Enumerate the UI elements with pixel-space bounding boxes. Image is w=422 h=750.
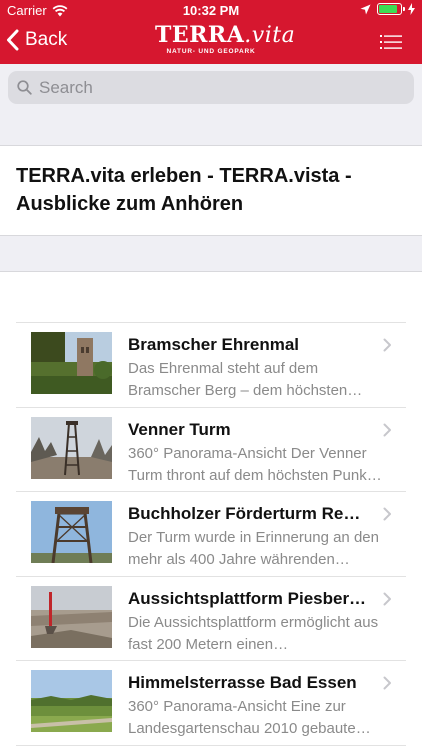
list-item[interactable]: Venner Turm 360° Panorama-Ansicht Der Ve…: [16, 408, 406, 492]
search-input[interactable]: [39, 77, 399, 98]
chevron-left-icon: [7, 29, 19, 51]
status-time: 10:32 PM: [182, 3, 240, 18]
chevron-right-icon: [383, 592, 391, 605]
list-item[interactable]: Himmelsterrasse Bad Essen 360° Panorama-…: [16, 661, 406, 746]
chevron-right-icon: [383, 676, 391, 690]
list-item[interactable]: Buchholzer Förderturm Re… Der Turm wurde…: [16, 492, 406, 577]
page-title: TERRA.vita erleben - TERRA.vista - Ausbl…: [16, 165, 352, 215]
battery-icon: [377, 3, 405, 15]
list-item-description: Das Ehrenmal steht auf dem Bramscher Ber…: [128, 360, 363, 399]
thumbnail-image: [31, 670, 112, 732]
thumbnail-image: [31, 501, 112, 563]
section-spacer-bottom: [0, 235, 422, 272]
list-item-title: Aussichtsplattform Piesber…: [128, 588, 367, 608]
status-bar: Carrier 10:32 PM: [0, 0, 422, 20]
list-item-title: Himmelsterrasse Bad Essen: [128, 673, 357, 692]
back-button[interactable]: Back: [6, 29, 67, 51]
status-right: [360, 3, 415, 15]
list-item-description: Der Turm wurde in Erinnerung an den mehr…: [128, 529, 379, 568]
location-list: Bramscher Ehrenmal Das Ehrenmal steht au…: [16, 322, 406, 746]
search-icon: [17, 80, 32, 95]
list-item[interactable]: Bramscher Ehrenmal Das Ehrenmal steht au…: [16, 323, 406, 408]
search-bar[interactable]: [8, 71, 414, 104]
page-header: TERRA.vita erleben - TERRA.vista - Ausbl…: [0, 146, 422, 235]
thumbnail-image: [31, 416, 112, 479]
terra-vita-logo: TERRA.vita NATUR- UND GEOPARK: [155, 22, 295, 61]
list-item-title: Venner Turm: [128, 419, 231, 439]
logo-subtitle: NATUR- UND GEOPARK: [166, 48, 256, 55]
list-item[interactable]: Aussichtsplattform Piesber… Die Aussicht…: [16, 577, 406, 661]
list-item-description: Die Aussichtsplattform ermöglicht aus fa…: [128, 613, 379, 653]
logo-text-vita: .vita: [244, 23, 296, 48]
chevron-right-icon: [383, 338, 391, 352]
back-label: Back: [25, 29, 68, 50]
list-item-description: 360° Panorama-Ansicht Der Venner Turm th…: [128, 444, 382, 484]
navigation-bar: Back TERRA.vita NATUR- UND GEOPARK: [0, 20, 422, 64]
list-item-title: Bramscher Ehrenmal: [128, 335, 300, 354]
app-screen: Carrier 10:32 PM Back TERRA.vita NATUR- …: [0, 0, 422, 750]
menu-list-icon[interactable]: [380, 34, 402, 50]
chevron-right-icon: [383, 507, 391, 521]
thumbnail-image: [31, 332, 112, 394]
section-spacer-top: [0, 110, 422, 146]
location-arrow-icon: [360, 4, 371, 14]
charging-bolt-icon: [408, 3, 415, 15]
list-item-description: 360° Panorama-Ansicht Eine zur Landesgar…: [128, 698, 371, 737]
search-bar-container: [0, 64, 422, 110]
logo-text-terra: TERRA: [155, 22, 245, 48]
list-item-title: Buchholzer Förderturm Re…: [128, 504, 361, 523]
thumbnail-image: [31, 585, 112, 648]
chevron-right-icon: [383, 423, 391, 436]
